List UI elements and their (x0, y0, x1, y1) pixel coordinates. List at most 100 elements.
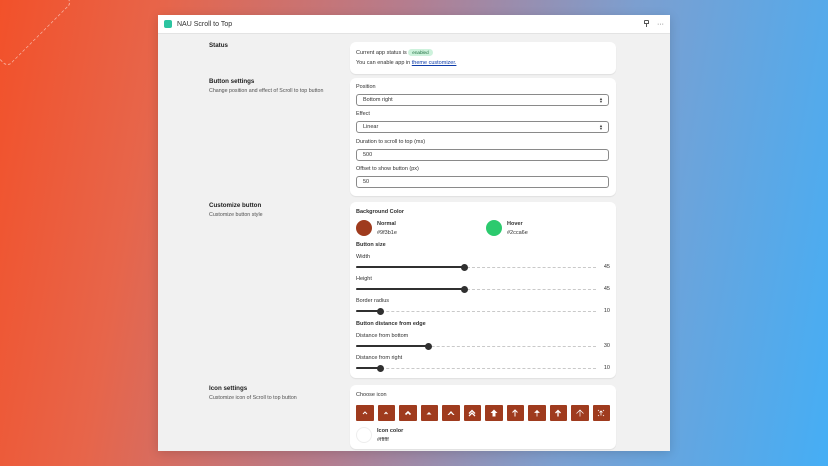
theme-customizer-link[interactable]: theme customizer. (412, 60, 457, 66)
icon-settings-title: Icon settings (209, 385, 248, 392)
offset-label: Offset to show button (px) (356, 166, 419, 172)
slider-handle[interactable] (424, 342, 432, 350)
height-value: 45 (603, 286, 610, 292)
choose-icon-label: Choose icon (356, 392, 387, 398)
slider-handle[interactable] (376, 307, 384, 315)
normal-color-swatch[interactable] (356, 220, 372, 236)
background-decoration (0, 0, 73, 68)
icon-option[interactable] (463, 405, 481, 421)
position-select[interactable]: Bottom right ▲ ▼ (356, 94, 609, 106)
duration-input[interactable] (363, 152, 602, 158)
app-title: NAU Scroll to Top (177, 20, 233, 28)
slider-handle[interactable] (460, 263, 468, 271)
position-label: Position (356, 84, 376, 90)
normal-label: Normal (377, 221, 396, 227)
effect-label: Effect (356, 111, 370, 117)
icon-option[interactable] (592, 405, 610, 421)
icon-color-label: Icon color (377, 428, 404, 434)
select-chevron-icon: ▲ ▼ (599, 96, 603, 104)
hover-label: Hover (507, 221, 523, 227)
chevron-up-icon (362, 411, 368, 415)
icon-option[interactable] (399, 405, 417, 421)
triangle-up-large-icon (447, 411, 455, 415)
pin-button[interactable] (644, 19, 649, 29)
status-card: Current app status is enabled You can en… (350, 42, 616, 74)
background-color-label: Background Color (356, 209, 404, 215)
icon-color-swatch[interactable] (356, 427, 372, 443)
app-icon (164, 20, 172, 28)
button-settings-card: Position Bottom right ▲ ▼ Effect Linear ▲… (350, 78, 616, 196)
position-value: Bottom right (363, 97, 393, 103)
double-chevron-up-icon (468, 409, 476, 417)
offset-field[interactable] (356, 176, 609, 188)
icon-option[interactable] (442, 405, 460, 421)
pin-icon (644, 19, 649, 27)
distance-right-label: Distance from right (356, 355, 403, 361)
border-radius-slider[interactable] (356, 307, 596, 315)
status-prefix: Current app status is (356, 49, 407, 56)
arrow-up-circle-icon (576, 409, 584, 417)
button-settings-section-label: Button settings Change position and effe… (209, 78, 349, 94)
customize-title: Customize button (209, 202, 262, 209)
more-options-button[interactable]: ··· (657, 21, 664, 28)
height-slider[interactable] (356, 285, 596, 293)
status-section-label: Status (209, 42, 349, 49)
app-window: NAU Scroll to Top ··· Status Current app… (158, 15, 670, 451)
bold-arrow-up-icon (490, 409, 498, 417)
offset-input[interactable] (363, 179, 602, 185)
enable-line: You can enable app in theme customizer. (356, 60, 456, 66)
distance-right-slider[interactable] (356, 364, 596, 372)
border-radius-label: Border radius (356, 298, 390, 304)
icon-option[interactable] (528, 405, 546, 421)
duration-label: Duration to scroll to top (ms) (356, 139, 426, 145)
title-bar: NAU Scroll to Top ··· (158, 15, 670, 34)
hover-value: #2cca6e (507, 230, 528, 236)
arrow-up-icon (512, 409, 519, 417)
icon-option[interactable] (485, 405, 503, 421)
icon-settings-description: Customize icon of Scroll to top button (209, 395, 297, 401)
icon-option[interactable] (571, 405, 589, 421)
icon-option[interactable] (549, 405, 567, 421)
button-size-label: Button size (356, 242, 386, 248)
height-label: Height (356, 276, 372, 282)
distance-label: Button distance from edge (356, 321, 426, 327)
effect-value: Linear (363, 124, 379, 130)
distance-right-value: 10 (603, 365, 610, 371)
status-line: Current app status is enabled (356, 49, 433, 56)
icon-settings-section-label: Icon settings Customize icon of Scroll t… (209, 385, 349, 401)
distance-bottom-label: Distance from bottom (356, 333, 409, 339)
width-label: Width (356, 254, 371, 260)
arrow-up-thin-icon (533, 409, 540, 417)
icon-option[interactable] (420, 405, 438, 421)
icon-option[interactable] (356, 405, 374, 421)
customize-description: Customize button style (209, 212, 263, 218)
arrow-up-bar-icon (555, 409, 562, 417)
customize-card: Background Color Normal #9f3b1e Hover #2… (350, 202, 616, 378)
customize-section-label: Customize button Customize button style (209, 202, 349, 218)
distance-bottom-value: 30 (603, 343, 610, 349)
enable-prefix: You can enable app in (356, 60, 411, 66)
normal-value: #9f3b1e (377, 230, 397, 236)
slider-handle[interactable] (376, 364, 384, 372)
icon-color-value: #ffffff (377, 437, 389, 443)
status-title: Status (209, 42, 228, 49)
chevron-up-small-icon (384, 411, 389, 415)
status-badge: enabled (408, 49, 433, 56)
icon-settings-card: Choose icon Icon color #ffffff (350, 385, 616, 449)
icon-option[interactable] (506, 405, 524, 421)
triangle-up-icon (426, 412, 432, 415)
distance-bottom-slider[interactable] (356, 342, 596, 350)
slider-handle[interactable] (460, 285, 468, 293)
chevron-up-bold-icon (404, 410, 411, 416)
icon-option[interactable] (377, 405, 395, 421)
icon-picker (356, 405, 610, 421)
button-settings-description: Change position and effect of Scroll to … (209, 88, 324, 94)
effect-select[interactable]: Linear ▲ ▼ (356, 121, 609, 133)
width-slider[interactable] (356, 263, 596, 271)
select-chevron-icon: ▲ ▼ (599, 123, 603, 131)
duration-field[interactable] (356, 149, 609, 161)
width-value: 45 (603, 264, 610, 270)
border-radius-value: 10 (603, 308, 610, 314)
hover-color-swatch[interactable] (486, 220, 502, 236)
button-settings-title: Button settings (209, 78, 255, 85)
